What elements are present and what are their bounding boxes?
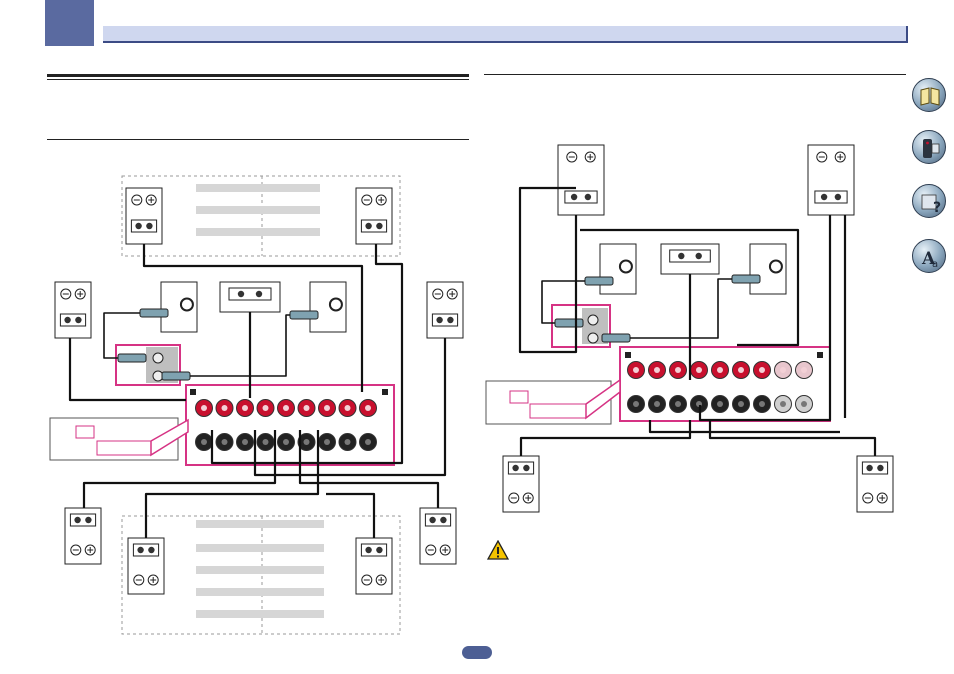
speaker bbox=[355, 187, 393, 245]
speaker-terminal bbox=[570, 193, 578, 201]
subwoofer-input-jack bbox=[768, 259, 783, 274]
speaker-box bbox=[426, 281, 464, 339]
rca-plug bbox=[554, 318, 584, 328]
speaker-box bbox=[557, 144, 605, 216]
speaker-terminal bbox=[440, 516, 447, 524]
speaker-terminal bbox=[74, 516, 81, 524]
rca-plug bbox=[139, 308, 169, 318]
surround-right-cable bbox=[708, 420, 877, 456]
speaker-box bbox=[355, 187, 393, 245]
speaker-terminal-plate bbox=[228, 287, 272, 301]
speaker bbox=[127, 537, 165, 595]
speaker-terminal-plate bbox=[814, 190, 848, 204]
speaker bbox=[355, 537, 393, 595]
subwoofer-rca-cable-2 bbox=[630, 278, 732, 339]
speaker-terminal bbox=[376, 222, 383, 230]
label-bar-placeholder bbox=[196, 184, 320, 192]
speaker-box bbox=[54, 281, 92, 339]
speaker-terminal bbox=[877, 464, 884, 472]
preout-jack bbox=[152, 352, 164, 364]
speaker-connection-diagrams bbox=[49, 144, 894, 635]
speaker-terminal bbox=[436, 316, 443, 324]
speaker bbox=[856, 455, 894, 513]
speaker bbox=[219, 281, 281, 313]
subwoofer-input-jack bbox=[618, 259, 633, 274]
speaker bbox=[502, 455, 540, 513]
speaker-terminal bbox=[820, 193, 828, 201]
speaker-terminal bbox=[64, 316, 71, 324]
speaker-terminal bbox=[584, 193, 592, 201]
speaker-terminal bbox=[255, 290, 263, 298]
speaker bbox=[125, 187, 163, 245]
speaker-terminal bbox=[365, 222, 372, 230]
speaker-terminal-plate bbox=[861, 461, 889, 475]
rca-plug bbox=[731, 274, 761, 284]
surround-left-cable bbox=[519, 420, 692, 456]
rca-plug bbox=[117, 353, 147, 363]
speaker-terminal-plate bbox=[360, 543, 388, 557]
speaker-terminal-plate bbox=[507, 461, 535, 475]
speaker-terminal bbox=[695, 252, 702, 260]
speaker bbox=[660, 243, 720, 275]
speaker-terminal bbox=[866, 464, 873, 472]
speaker-terminal bbox=[376, 546, 383, 554]
label-bar-placeholder bbox=[196, 520, 324, 528]
speaker bbox=[807, 144, 855, 216]
subwoofer-input-jack bbox=[179, 297, 194, 312]
speaker-terminal-plate bbox=[360, 219, 388, 233]
speaker-terminal bbox=[523, 464, 530, 472]
speaker-box bbox=[125, 187, 163, 245]
speaker-terminal-plate bbox=[132, 543, 160, 557]
label-bar-placeholder bbox=[196, 206, 320, 214]
speaker-terminal bbox=[447, 316, 454, 324]
rca-plug bbox=[584, 276, 614, 286]
subwoofer-input-jack bbox=[328, 297, 343, 312]
speaker-terminal bbox=[148, 546, 155, 554]
rca-plug bbox=[289, 310, 319, 320]
subwoofer-rca-cable-2 bbox=[190, 314, 290, 377]
speaker-box bbox=[807, 144, 855, 216]
speaker-terminal bbox=[146, 222, 153, 230]
terminal-highlight-mini bbox=[96, 440, 152, 456]
speaker-terminal-plate bbox=[59, 313, 87, 327]
speaker-terminal-plate bbox=[130, 219, 158, 233]
speaker-terminal bbox=[237, 290, 245, 298]
terminal-highlight-mini bbox=[529, 403, 587, 419]
speaker-terminal-highlight bbox=[185, 384, 395, 466]
speaker-terminal-plate bbox=[431, 313, 459, 327]
label-bar-placeholder bbox=[196, 544, 324, 552]
rca-plug bbox=[161, 371, 191, 381]
preout-jack bbox=[587, 314, 599, 326]
label-bar-placeholder bbox=[196, 566, 324, 574]
speaker-terminal-plate bbox=[424, 513, 452, 527]
label-bar-placeholder bbox=[196, 610, 324, 618]
speaker bbox=[419, 507, 457, 565]
speaker-terminal-plate bbox=[564, 190, 598, 204]
speaker-terminal bbox=[85, 516, 92, 524]
speaker-terminal bbox=[135, 222, 142, 230]
speaker-terminal bbox=[429, 516, 436, 524]
label-bar-placeholder bbox=[196, 228, 320, 236]
rca-plug bbox=[601, 333, 631, 343]
speaker-terminal bbox=[678, 252, 685, 260]
speaker bbox=[54, 281, 92, 339]
label-bar-placeholder bbox=[196, 588, 324, 596]
speaker-terminal-plate bbox=[669, 249, 711, 263]
speaker bbox=[64, 507, 102, 565]
speaker-terminal bbox=[512, 464, 519, 472]
speaker-terminal bbox=[137, 546, 144, 554]
speaker-terminal bbox=[834, 193, 842, 201]
speaker-terminal bbox=[75, 316, 82, 324]
speaker bbox=[557, 144, 605, 216]
speaker-terminal bbox=[365, 546, 372, 554]
speaker-terminal-plate bbox=[69, 513, 97, 527]
preout-jack bbox=[587, 332, 599, 344]
speaker bbox=[426, 281, 464, 339]
